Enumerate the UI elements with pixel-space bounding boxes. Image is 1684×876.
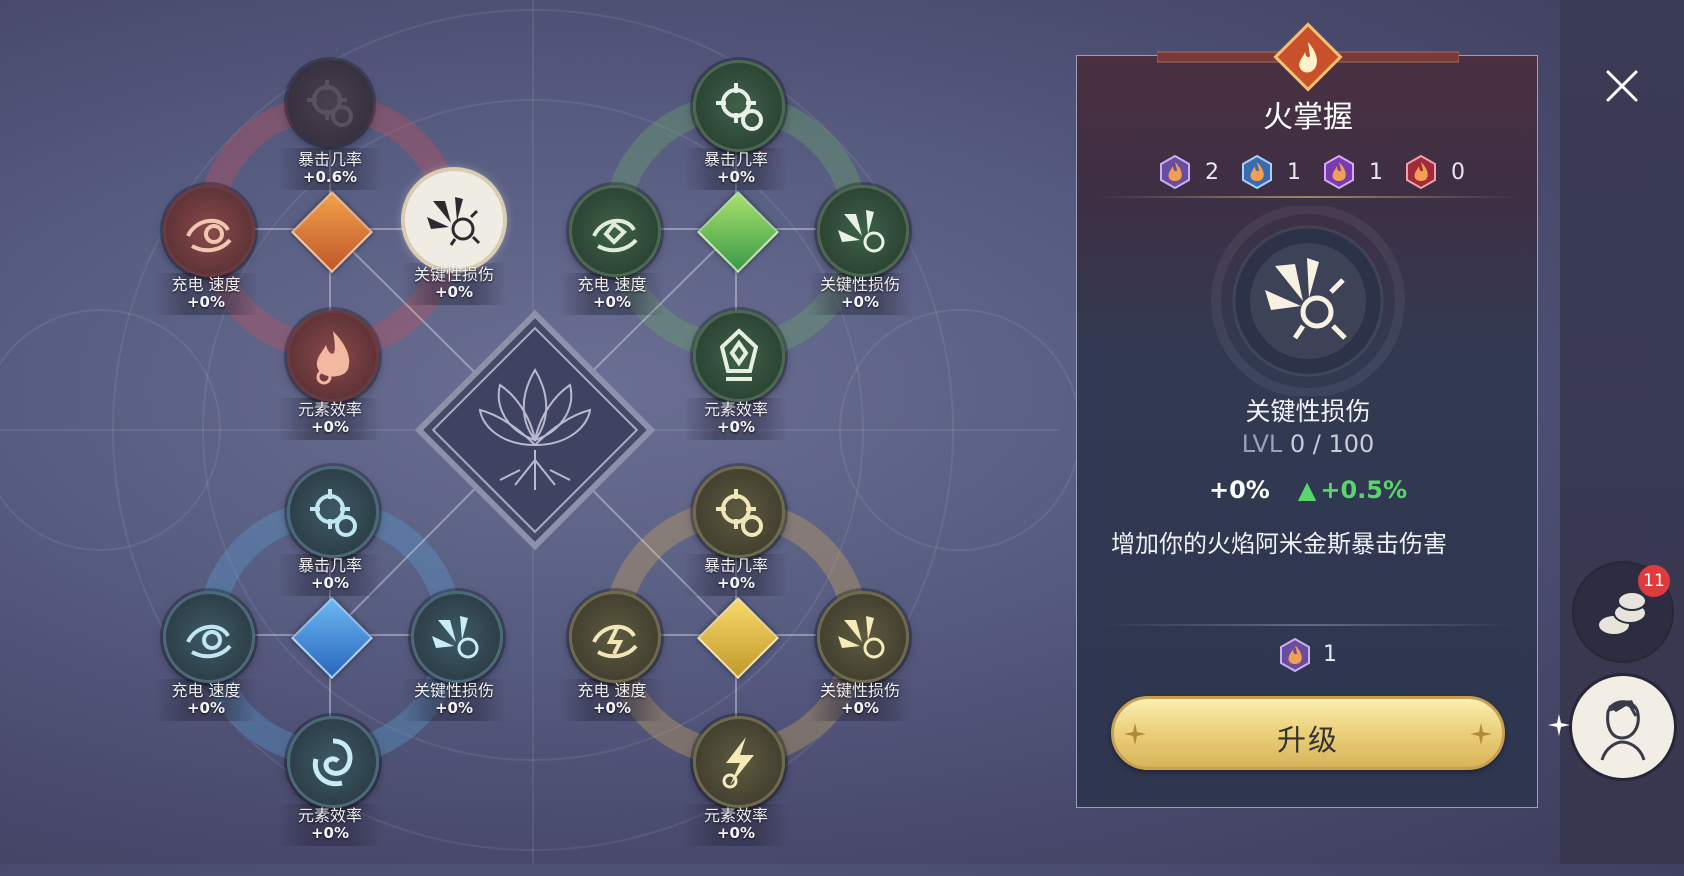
level-prefix: LVL	[1241, 430, 1283, 458]
node-label: 充电 速度	[577, 681, 647, 700]
avatar-icon	[1600, 700, 1646, 761]
resource-count: 1	[1287, 160, 1301, 185]
charge-speed-icon	[569, 591, 661, 683]
crit-damage-icon	[411, 591, 503, 683]
level-value: 0 / 100	[1289, 430, 1375, 458]
cost-amount: 1	[1323, 642, 1337, 667]
node-label: 暴击几率	[703, 150, 768, 169]
sparkle-icon	[1548, 714, 1570, 736]
node-label: 充电 速度	[171, 275, 241, 294]
orange-fire-gem-icon	[1160, 154, 1190, 190]
crit-rate-icon	[287, 466, 379, 558]
red-elemental-efficiency-node[interactable]: 元素效率 +0%	[253, 310, 413, 470]
skill-level: LVL 0 / 100	[1077, 430, 1539, 458]
crit-damage-icon	[817, 591, 909, 683]
node-value: +0%	[310, 418, 350, 436]
fire-emblem-icon	[1273, 22, 1343, 92]
node-value: +0%	[434, 283, 474, 301]
notification-badge: 11	[1638, 565, 1670, 597]
node-value: +0%	[840, 293, 880, 311]
blue-elemental-efficiency-node[interactable]: 元素效率 +0%	[253, 716, 413, 876]
crit-rate-icon	[693, 60, 785, 152]
upgrade-button[interactable]: 升级	[1111, 696, 1505, 770]
node-value: +0%	[310, 574, 350, 592]
node-label: 暴击几率	[703, 556, 768, 575]
resource-count: 1	[1369, 160, 1383, 185]
stat-next: +0.5%	[1320, 476, 1407, 504]
node-value: +0%	[310, 824, 350, 842]
gold-elemental-efficiency-node[interactable]: 元素效率 +0%	[659, 716, 819, 876]
skill-description: 增加你的火焰阿米金斯暴击伤害	[1111, 530, 1447, 558]
stat-row: +0% ▲ +0.5%	[1077, 476, 1539, 504]
orange-fire-gem-icon	[1280, 638, 1310, 672]
skill-detail-panel: 火掌握 2 1 1 0 关键性损伤 LVL 0 / 100 +0% ▲ +0.5…	[1076, 22, 1539, 808]
panel-header-ornament	[1157, 22, 1459, 92]
node-label: 关键性损伤	[413, 265, 494, 284]
panel-title: 火掌握	[1263, 100, 1353, 135]
blue-fire-gem-icon	[1242, 154, 1272, 190]
charge-speed-icon	[163, 185, 255, 277]
node-value: +0%	[716, 418, 756, 436]
node-value: +0%	[434, 699, 474, 717]
node-value: +0%	[716, 168, 756, 186]
resource-count: 0	[1451, 160, 1465, 185]
node-label: 充电 速度	[577, 275, 647, 294]
node-value: +0%	[186, 293, 226, 311]
upgrade-label: 升级	[1276, 723, 1339, 757]
node-label: 元素效率	[297, 400, 362, 419]
node-label: 元素效率	[703, 400, 768, 419]
resource-count: 2	[1205, 160, 1219, 185]
node-value: +0%	[186, 699, 226, 717]
crit-rate-icon	[287, 60, 373, 146]
close-icon[interactable]	[1602, 66, 1642, 106]
star-ornament-icon	[1470, 723, 1492, 745]
cost-row: 1	[1077, 636, 1539, 676]
charge-speed-icon	[163, 591, 255, 683]
node-label: 暴击几率	[297, 150, 362, 169]
node-value: +0%	[840, 699, 880, 717]
crit-damage-icon	[817, 185, 909, 277]
node-label: 暴击几率	[297, 556, 362, 575]
electro-efficiency-icon	[693, 716, 785, 808]
up-triangle-icon: ▲	[1297, 476, 1317, 504]
node-label: 充电 速度	[171, 681, 241, 700]
node-label: 关键性损伤	[819, 275, 900, 294]
node-label: 元素效率	[703, 806, 768, 825]
node-label: 关键性损伤	[413, 681, 494, 700]
water-efficiency-icon	[287, 716, 379, 808]
charge-speed-icon	[569, 185, 661, 277]
red-fire-gem-icon	[1406, 154, 1436, 190]
node-label: 关键性损伤	[819, 681, 900, 700]
node-value: +0%	[592, 293, 632, 311]
node-value: +0%	[716, 574, 756, 592]
purple-fire-gem-icon	[1324, 154, 1354, 190]
stat-current: +0%	[1209, 476, 1270, 504]
divider	[1097, 624, 1519, 626]
resource-row: 2 1 1 0	[1077, 152, 1539, 192]
green-elemental-efficiency-node[interactable]: 元素效率 +0%	[659, 310, 819, 470]
skill-large-icon	[1211, 206, 1405, 396]
divider	[1097, 196, 1519, 198]
crit-rate-icon	[693, 466, 785, 558]
avatar-button[interactable]	[1572, 676, 1674, 778]
node-value: +0%	[592, 699, 632, 717]
node-value: +0%	[716, 824, 756, 842]
crit-damage-icon	[405, 171, 503, 269]
node-label: 元素效率	[297, 806, 362, 825]
anemo-efficiency-icon	[693, 310, 785, 402]
fire-efficiency-icon	[287, 310, 379, 402]
skill-name: 关键性损伤	[1245, 397, 1371, 426]
